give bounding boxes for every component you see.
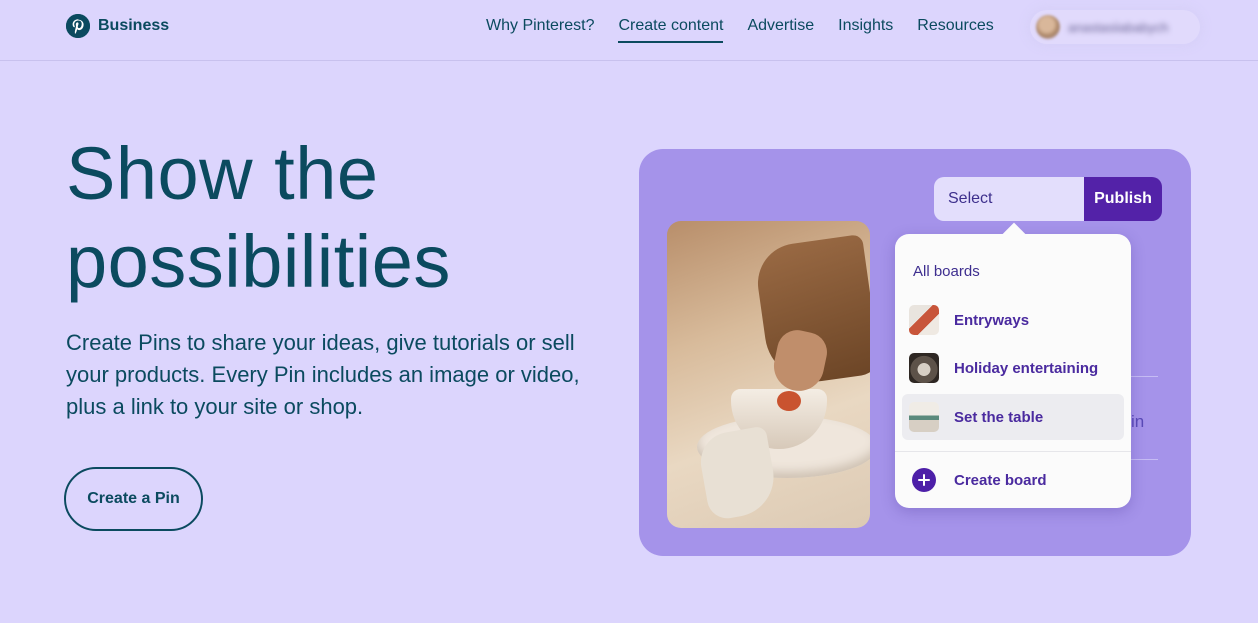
- page: Business Why Pinterest? Create content A…: [0, 0, 1258, 623]
- publish-button[interactable]: Publish: [1084, 177, 1162, 221]
- create-pin-button[interactable]: Create a Pin: [64, 467, 203, 531]
- nav-insights[interactable]: Insights: [838, 17, 893, 43]
- account-name: anastasiiababych: [1068, 19, 1169, 35]
- site-header: Business Why Pinterest? Create content A…: [0, 0, 1258, 61]
- background-text: in: [1131, 412, 1145, 431]
- board-label: Entryways: [954, 311, 1030, 329]
- create-board-label: Create board: [954, 471, 1047, 489]
- plus-icon: [912, 468, 936, 492]
- board-label: Holiday entertaining: [954, 359, 1099, 377]
- pin-image: [667, 221, 870, 528]
- board-select[interactable]: Select: [934, 177, 1085, 221]
- nav-why-pinterest[interactable]: Why Pinterest?: [486, 17, 594, 43]
- hero-title-line-2: possibilities: [66, 220, 451, 303]
- board-label: Set the table: [954, 408, 1044, 426]
- hero-description: Create Pins to share your ideas, give tu…: [66, 330, 580, 419]
- entryway-thumbnail-icon: [909, 305, 939, 335]
- hero-title-line-1: Show the: [66, 132, 379, 215]
- nav-resources[interactable]: Resources: [917, 17, 993, 43]
- napkin-shape: [696, 425, 780, 522]
- board-item-holiday-entertaining[interactable]: Holiday entertaining: [902, 345, 1124, 391]
- dropdown-header: All boards: [913, 263, 980, 280]
- account-menu[interactable]: anastasiiababych: [1030, 10, 1200, 44]
- dropdown-divider: [895, 451, 1131, 452]
- nav-advertise[interactable]: Advertise: [747, 17, 814, 43]
- fruit-shape: [777, 391, 801, 411]
- main-nav: Why Pinterest? Create content Advertise …: [486, 17, 1018, 43]
- board-item-set-the-table[interactable]: Set the table: [902, 394, 1124, 440]
- product-showcase: Select Publish in All boards Entryways H…: [639, 149, 1191, 556]
- brand-name: Business: [98, 17, 170, 34]
- brand[interactable]: Business: [66, 14, 169, 38]
- divider: [1131, 376, 1158, 377]
- nav-create-content[interactable]: Create content: [618, 17, 724, 43]
- table-thumbnail-icon: [909, 402, 939, 432]
- divider: [1131, 459, 1158, 460]
- board-item-entryways[interactable]: Entryways: [902, 297, 1124, 343]
- boards-dropdown: All boards Entryways Holiday entertainin…: [895, 222, 1131, 508]
- pinterest-logo-icon: [66, 14, 90, 38]
- create-board-item[interactable]: Create board: [902, 458, 1124, 502]
- dropdown-caret: [1002, 222, 1026, 246]
- hero-title: Show the possibilities: [66, 130, 626, 306]
- holiday-thumbnail-icon: [909, 353, 939, 383]
- avatar: [1036, 15, 1060, 39]
